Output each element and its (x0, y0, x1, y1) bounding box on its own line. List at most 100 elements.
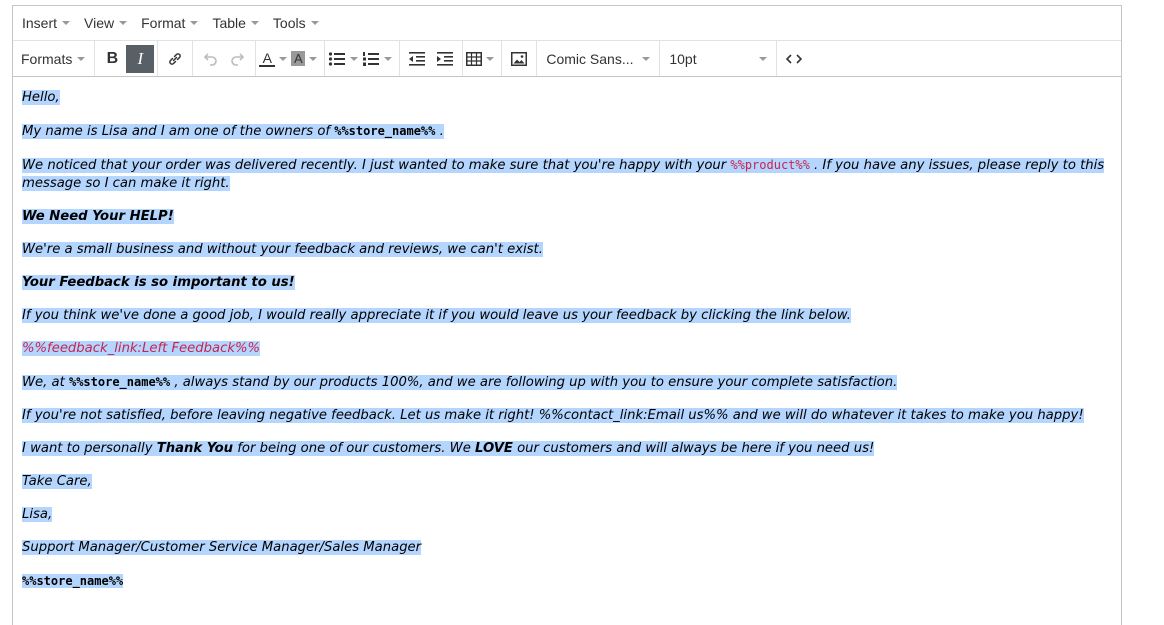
thank-you-start: I want to personally (22, 441, 157, 456)
menu-insert[interactable]: Insert (15, 15, 77, 31)
font-family-select[interactable]: Comic Sans... (540, 45, 656, 73)
background-color-button[interactable]: A (291, 45, 321, 73)
editor-content[interactable]: Hello, My name is Lisa and I am one of t… (13, 77, 1121, 591)
paragraph-signature-title: Support Manager/Customer Service Manager… (22, 539, 1121, 557)
feedback-link-tag: %%feedback_link:Left Feedback%% (22, 341, 261, 356)
chevron-down-icon (309, 56, 318, 61)
table-group (463, 41, 503, 76)
paragraph-signature-store: %%store_name%% (22, 572, 1121, 591)
feedback-important-heading: Your Feedback is so important to us! (22, 275, 295, 290)
chevron-down-icon (62, 21, 71, 25)
font-family-value: Comic Sans... (546, 50, 634, 67)
love-bold: LOVE (475, 441, 513, 456)
table-button[interactable] (466, 45, 498, 73)
not-satisfied-text: If you're not satisfied, before leaving … (22, 408, 1084, 423)
font-family-group: Comic Sans... (537, 41, 661, 76)
paragraph-take-care: Take Care, (22, 473, 1121, 491)
paragraph-intro: My name is Lisa and I am one of the owne… (22, 122, 1121, 141)
intro-text: My name is Lisa and I am one of the owne… (22, 124, 335, 139)
font-size-select[interactable]: 10pt (663, 45, 773, 73)
menu-view[interactable]: View (77, 15, 134, 31)
redo-button[interactable] (224, 45, 252, 73)
bullet-list-button[interactable] (328, 45, 362, 73)
product-tag: %%product%% (730, 158, 810, 172)
order-text: We noticed that your order was delivered… (22, 158, 731, 173)
bold-icon: B (106, 49, 119, 67)
chevron-down-icon (77, 56, 86, 61)
code-group (777, 41, 811, 76)
chevron-down-icon (384, 56, 393, 61)
history-group (193, 41, 257, 76)
chevron-down-icon (119, 21, 128, 25)
paragraph-good-job: If you think we've done a good job, I wo… (22, 307, 1121, 325)
outdent-button[interactable] (403, 45, 431, 73)
image-button[interactable] (505, 45, 533, 73)
background-color-icon: A (291, 51, 306, 66)
formats-group: Formats (13, 41, 96, 76)
source-code-button[interactable] (780, 45, 808, 73)
italic-button[interactable]: I (126, 44, 155, 73)
toolbar: Formats B I A A Comic Sans... 10pt (13, 41, 1121, 77)
chevron-down-icon (190, 21, 199, 25)
paragraph-stand-by: We, at %%store_name%% , always stand by … (22, 373, 1121, 392)
menu-insert-label: Insert (22, 15, 58, 31)
text-style-group: B I (95, 41, 159, 76)
store-name-tag: %%store_name%% (334, 124, 436, 138)
chevron-down-icon (486, 56, 495, 61)
indent-group (400, 41, 464, 76)
undo-icon (204, 52, 218, 66)
menu-view-label: View (84, 15, 115, 31)
table-icon (466, 51, 483, 66)
chevron-down-icon (310, 21, 319, 25)
thank-you-bold: Thank You (156, 441, 234, 456)
chevron-down-icon (759, 56, 768, 61)
stand-by-start: We, at (22, 375, 69, 390)
paragraph-thank-you: I want to personally Thank You for being… (22, 440, 1121, 458)
outdent-icon (409, 51, 426, 66)
greeting-text: Hello, (22, 90, 60, 105)
formats-dropdown[interactable]: Formats (15, 45, 91, 73)
indent-button[interactable] (431, 45, 459, 73)
signature-store-tag: %%store_name%% (22, 574, 124, 588)
menu-table[interactable]: Table (205, 15, 265, 31)
color-group: A A (256, 41, 326, 76)
paragraph-greeting: Hello, (22, 89, 1121, 107)
paragraph-help: We Need Your HELP! (22, 208, 1121, 226)
link-group (158, 41, 194, 76)
menu-format[interactable]: Format (134, 15, 205, 31)
signature-title: Support Manager/Customer Service Manager… (22, 540, 422, 555)
stand-by-end: , always stand by our products 100%, and… (170, 375, 898, 390)
small-business-text: We're a small business and without your … (22, 242, 543, 257)
link-button[interactable] (161, 45, 189, 73)
bullet-list-icon (329, 51, 346, 66)
menu-format-label: Format (141, 15, 186, 31)
paragraph-feedback-important: Your Feedback is so important to us! (22, 274, 1121, 292)
indent-icon (437, 51, 454, 66)
paragraph-not-satisfied: If you're not satisfied, before leaving … (22, 407, 1121, 425)
undo-button[interactable] (196, 45, 224, 73)
store-name-tag: %%store_name%% (68, 375, 171, 389)
text-color-icon: A (259, 51, 276, 67)
italic-icon: I (137, 48, 144, 68)
font-size-value: 10pt (669, 50, 697, 67)
chevron-down-icon (279, 56, 288, 61)
paragraph-feedback-link: %%feedback_link:Left Feedback%% (22, 340, 1121, 358)
help-heading: We Need Your HELP! (22, 209, 174, 224)
redo-icon (231, 52, 245, 66)
list-group (325, 41, 401, 76)
menu-tools-label: Tools (272, 15, 306, 31)
image-group (502, 41, 538, 76)
menu-table-label: Table (212, 15, 246, 31)
menubar: Insert View Format Table Tools (13, 6, 1121, 41)
rich-text-editor: Insert View Format Table Tools Formats B… (12, 5, 1122, 625)
numbered-list-button[interactable] (362, 45, 396, 73)
paragraph-signature-name: Lisa, (22, 506, 1121, 524)
good-job-text: If you think we've done a good job, I wo… (22, 308, 851, 323)
text-color-button[interactable]: A (259, 45, 291, 73)
chevron-down-icon (250, 21, 259, 25)
image-icon (511, 51, 528, 66)
chevron-down-icon (350, 56, 359, 61)
bold-button[interactable]: B (98, 45, 126, 73)
menu-tools[interactable]: Tools (266, 15, 326, 31)
take-care-text: Take Care, (22, 474, 92, 489)
